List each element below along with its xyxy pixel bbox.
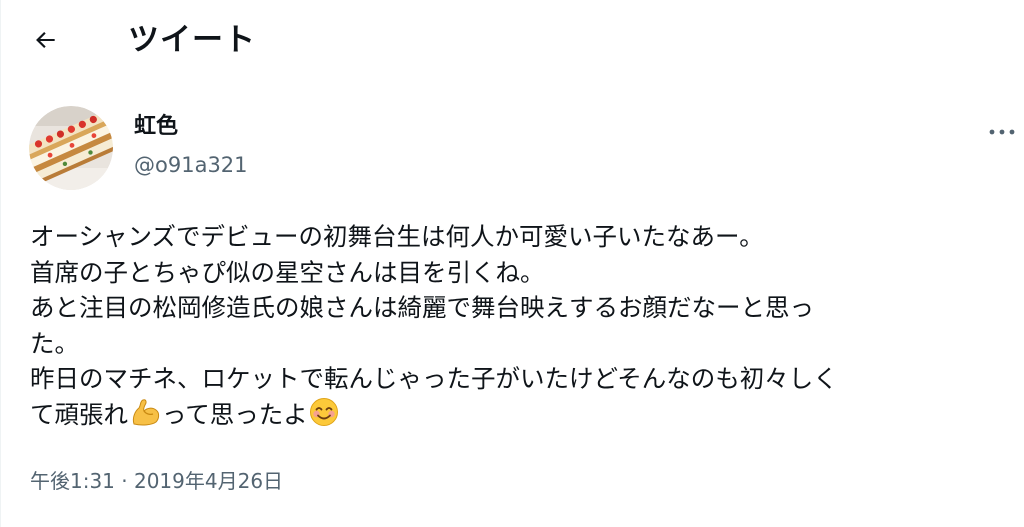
tweet-page: ツイート 虹色 @o91a321 オーシャンズでデビューの初舞台生は何人か可愛い…	[0, 0, 1024, 527]
tweet-line: た。	[30, 328, 79, 358]
tweet-line: 昨日のマチネ、ロケットで転んじゃった子がいたけどそんなのも初々しく	[30, 364, 838, 393]
more-options-button[interactable]	[980, 114, 1024, 146]
flexed-biceps-emoji	[129, 397, 161, 437]
tweet-line: あと注目の松岡修造氏の娘さんは綺麗で舞台映えするお顔だなーと思っ	[30, 293, 814, 322]
tweet-segment: て頑張れ	[30, 399, 128, 429]
more-horizontal-icon	[988, 121, 1016, 140]
tweet-text: オーシャンズでデビューの初舞台生は何人か可愛い子いたなあー。 首席の子とちゃぴ似…	[30, 219, 1015, 432]
user-handle[interactable]: @o91a321	[134, 150, 248, 180]
tweet-segment: って思ったよ	[162, 399, 308, 429]
arrow-left-icon	[33, 27, 59, 57]
tweet-timestamp[interactable]: 午後1:31 · 2019年4月26日	[30, 466, 283, 496]
tweet-line-with-emoji: て頑張れ って思ったよ	[30, 397, 1015, 433]
page-title: ツイート	[128, 22, 256, 58]
display-name[interactable]: 虹色	[134, 112, 178, 142]
tweet-line: 首席の子とちゃぴ似の星空さんは目を引くね。	[30, 257, 545, 287]
page-header: ツイート	[0, 0, 1024, 82]
smiling-face-with-smiling-eyes-emoji	[309, 397, 339, 437]
cake-photo-avatar	[29, 106, 113, 190]
back-button[interactable]	[26, 22, 66, 62]
avatar[interactable]	[29, 106, 113, 190]
tweet-line: オーシャンズでデビューの初舞台生は何人か可愛い子いたなあー。	[30, 222, 764, 251]
